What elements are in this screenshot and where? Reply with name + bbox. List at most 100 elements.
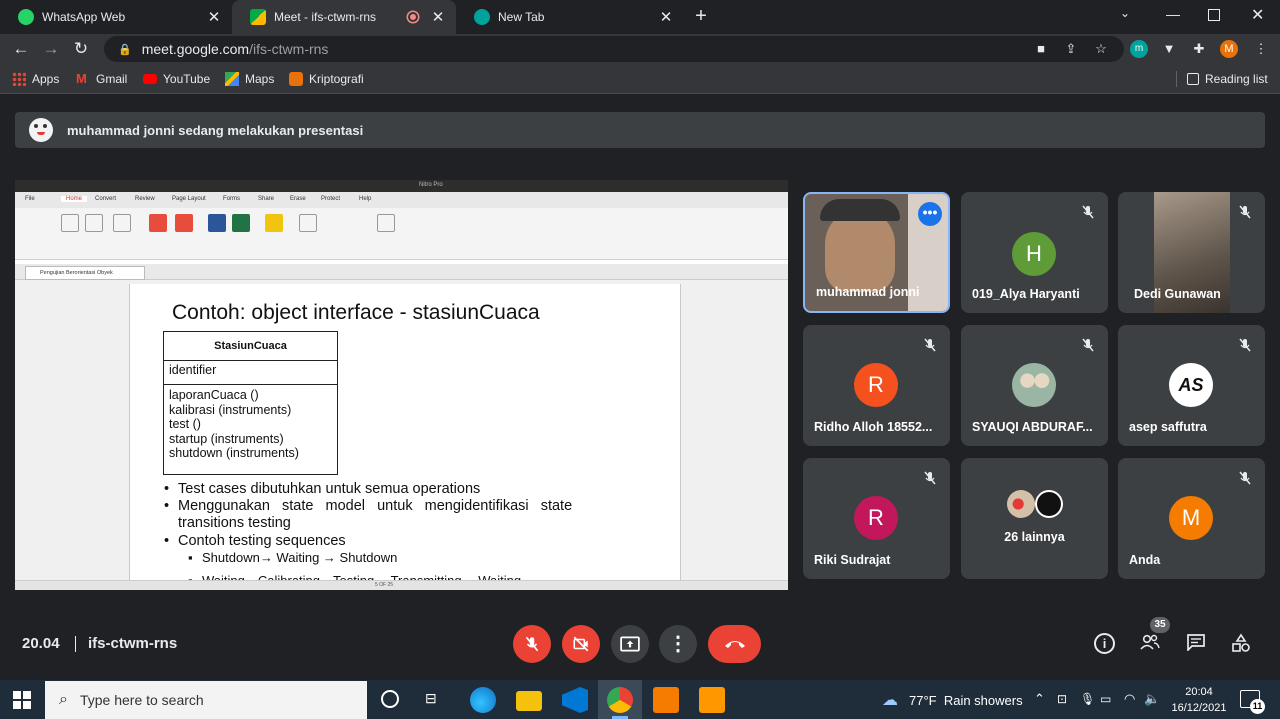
chrome-app-icon[interactable] [607,687,633,713]
others-count: 26 lainnya [1004,530,1065,544]
activities-icon [1232,633,1250,652]
tab-meet[interactable]: Meet - ifs-ctwm-rns ✕ [232,0,456,34]
new-tab-button[interactable]: + [690,5,712,27]
close-window-button[interactable]: ✕ [1251,5,1264,25]
ribbon-tab: Forms [223,196,240,202]
bookmark-maps[interactable]: Maps [225,70,274,88]
participant-tile-dedi[interactable]: Dedi Gunawan [1118,192,1265,313]
extensions-puzzle-icon[interactable]: ✚ [1190,40,1208,58]
ribbon-tab: Page Layout [172,196,206,202]
document-tab[interactable]: Pengujian Berorientasi Obyek [25,266,145,280]
restore-button[interactable] [1208,9,1220,21]
clock-time: 20:04 [1185,686,1213,698]
minimize-button[interactable]: — [1166,6,1180,22]
uml-operation: kalibrasi (instruments) [169,402,292,417]
participant-tile-asep[interactable]: AS asep saffutra [1118,325,1265,446]
extension-v-icon[interactable]: ▼ [1160,40,1178,58]
bookmark-gmail[interactable]: M Gmail [76,70,127,88]
meeting-details-icon[interactable]: i [1094,633,1115,654]
more-options-icon[interactable]: ••• [918,202,942,226]
wifi-icon[interactable]: ◠ [1124,691,1135,707]
search-placeholder: Type here to search [79,692,204,708]
people-icon [1140,634,1160,650]
participant-tile-syauqi[interactable]: SYAUQI ABDURAF... [961,325,1108,446]
browser-tab-strip: WhatsApp Web ✕ Meet - ifs-ctwm-rns ✕ New… [0,0,1280,34]
battery-icon[interactable]: ▭ [1100,692,1111,706]
chat-button[interactable] [1185,633,1207,655]
participant-tile-ridho[interactable]: R Ridho Alloh 18552... [803,325,950,446]
document-tab-row: Pengujian Berorientasi Obyek [15,264,788,280]
close-tab-icon[interactable]: ✕ [428,8,448,26]
edge-app-icon[interactable] [470,687,496,713]
participant-tile-self[interactable]: M Anda [1118,458,1265,579]
mic-off-icon [525,636,539,652]
recording-indicator-icon [408,12,418,22]
mic-off-icon [1080,204,1096,220]
address-bar[interactable]: 🔒 meet.google.com /ifs-ctwm-rns [104,36,1124,62]
show-hidden-icons-chevron[interactable]: ⌃ [1034,691,1045,707]
participant-avatar-small [1007,490,1035,518]
extension-meet-icon[interactable]: m [1130,40,1148,58]
bookmark-youtube[interactable]: YouTube [143,70,210,88]
system-clock[interactable]: 20:04 16/12/2021 [1170,684,1228,716]
meet-tray-icon[interactable]: ⊡ [1057,692,1067,706]
windows-start-icon[interactable] [13,691,31,709]
activities-button[interactable] [1230,633,1252,655]
reload-button[interactable]: ↻ [70,38,92,60]
ribbon-tab: Protect [321,196,341,202]
people-button[interactable] [1139,633,1161,655]
apps-grid-icon [12,72,26,86]
toggle-camera-button[interactable] [562,625,600,663]
participant-tile-alya[interactable]: H 019_Alya Haryanti [961,192,1108,313]
maps-icon [225,72,239,86]
bookmark-star-icon[interactable]: ☆ [1092,40,1110,58]
tab-new-tab[interactable]: New Tab ✕ [456,0,684,34]
participant-name: Dedi Gunawan [1134,287,1221,301]
more-options-button[interactable]: ⋮ [659,625,697,663]
participant-avatar-photo [1012,363,1056,407]
tab-whatsapp[interactable]: WhatsApp Web ✕ [0,0,232,34]
tab-search-chevron-icon[interactable]: ⌄ [1120,6,1130,20]
close-tab-icon[interactable]: ✕ [656,8,676,26]
divider [1176,71,1177,87]
vscode-icon[interactable] [562,687,588,713]
browser-menu-icon[interactable]: ⋮ [1252,40,1270,58]
task-view-icon[interactable]: ⊟ [425,690,445,708]
bullet-item: • Contoh testing sequences [164,533,346,549]
bookmark-apps[interactable]: Apps [12,70,59,88]
toggle-mic-button[interactable] [513,625,551,663]
participant-tile-muhammad-jonni[interactable]: ••• muhammad jonni [803,192,950,313]
leave-call-button[interactable] [708,625,761,663]
search-icon: ⌕ [59,691,68,708]
uml-class-box: StasiunCuaca identifier laporanCuaca () … [163,331,338,475]
profile-avatar[interactable]: M [1220,40,1238,58]
share-icon[interactable]: ⇪ [1062,40,1080,58]
bookmark-kriptografi[interactable]: Kriptografi [289,70,364,88]
meeting-code: ifs-ctwm-rns [88,635,178,652]
reading-list-button[interactable]: Reading list [1187,70,1268,88]
cortana-icon[interactable] [381,690,399,708]
microphone-tray-icon[interactable]: 🎙 [1080,692,1095,706]
chat-icon [1187,634,1205,653]
xampp-icon[interactable] [653,687,679,713]
to-word-icon [208,214,226,232]
taskbar-search-box[interactable]: ⌕ Type here to search [45,681,367,719]
back-button[interactable]: ← [10,38,32,60]
participant-tile-others[interactable]: 26 lainnya [961,458,1108,579]
file-explorer-icon[interactable] [516,691,542,711]
volume-icon[interactable]: 🔈 [1144,691,1160,707]
camera-icon[interactable]: ■ [1032,40,1050,58]
url-path: /ifs-ctwm-rns [249,41,329,57]
youtube-icon [143,74,157,84]
uml-operation: startup (instruments) [169,431,284,446]
participant-tile-riki[interactable]: R Riki Sudrajat [803,458,950,579]
sublime-text-icon[interactable] [699,687,725,713]
reading-list-icon [1187,73,1199,85]
presenting-text: muhammad jonni sedang melakukan presenta… [67,122,364,138]
forward-button[interactable]: → [40,38,62,60]
present-now-button[interactable] [611,625,649,663]
presenting-banner: muhammad jonni sedang melakukan presenta… [15,112,1265,148]
weather-text[interactable]: 77°F Rain showers [909,693,1023,708]
close-tab-icon[interactable]: ✕ [204,8,224,26]
bullet-item: • Test cases dibutuhkan untuk semua opera… [164,481,481,497]
